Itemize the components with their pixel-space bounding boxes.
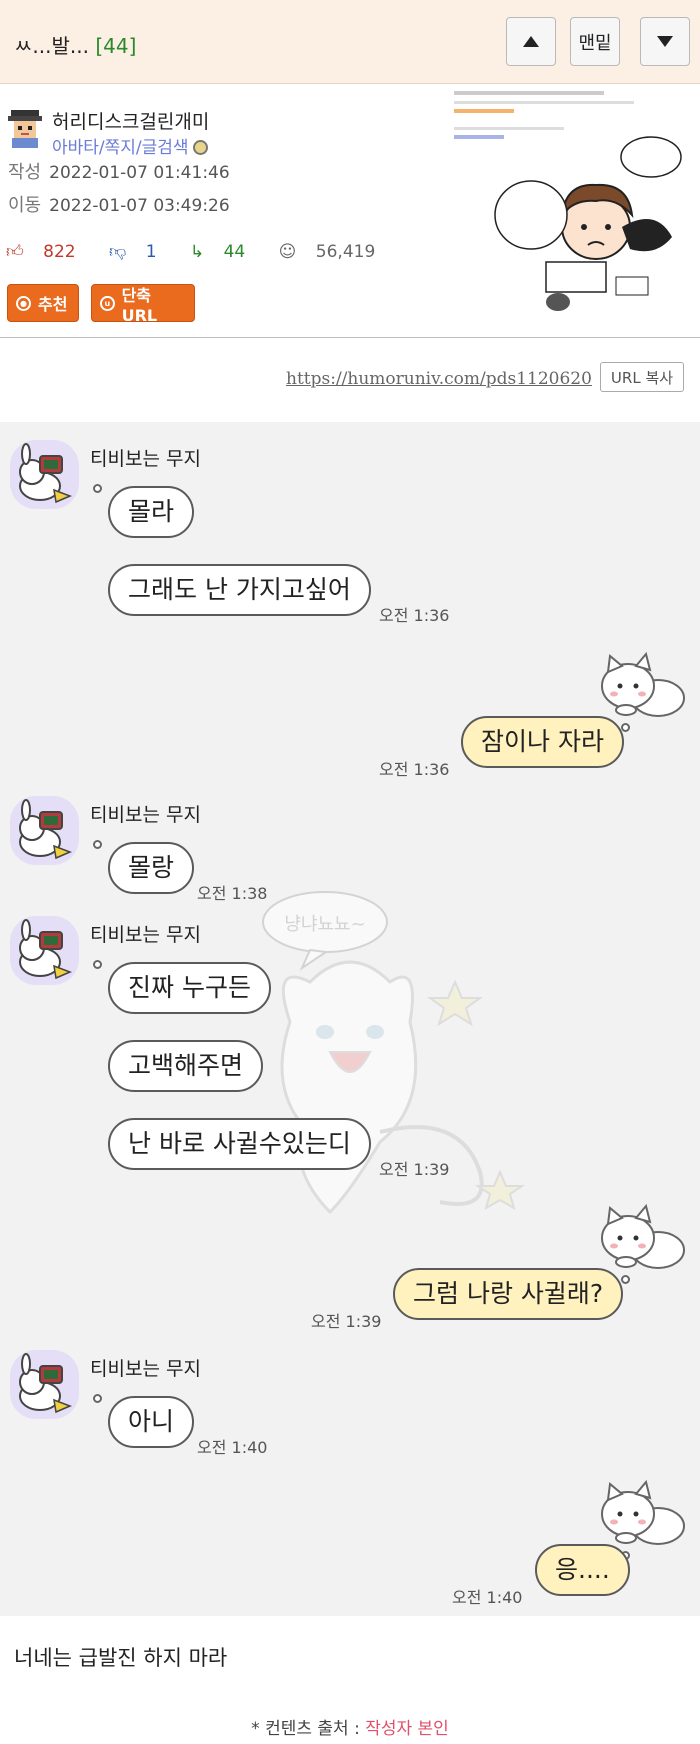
bubble-dot [621,1275,630,1284]
cat-sticker-icon [601,651,685,717]
author-links[interactable]: 아바타/쪽지/글검색 [52,133,208,158]
author-panel: 허리디스크걸린개미 아바타/쪽지/글검색 작성 2022-01-07 01:41:… [0,85,700,338]
chat-bubble[interactable]: 그래도 난 가지고싶어 [108,564,371,616]
chat-bubble[interactable]: 난 바로 사귈수있는디 [108,1118,371,1170]
my-chat-bubble[interactable]: 잠이나 자라 [461,716,624,768]
message-time: 오전 1:39 [379,1160,450,1179]
message-time: 오전 1:36 [379,760,450,779]
sender-name: 티비보는 무지 [90,804,201,826]
short-url-label: 단축URL [121,285,158,325]
muji-avatar-icon [19,1353,73,1414]
bubble-dot [93,1394,102,1403]
post-thumbnail[interactable] [446,87,696,332]
sender-name: 티비보는 무지 [90,924,201,946]
scroll-bottom-button[interactable]: 맨밑 [570,17,620,66]
message-time: 오전 1:38 [197,884,268,903]
arrow-down-icon [657,36,673,47]
bubble-dot [93,840,102,849]
url-row: https://humoruniv.com/pds1120620 URL 복사 [0,339,700,422]
reply-arrow-icon: ↳ [189,242,205,262]
reply-count: [44] [95,34,137,58]
muji-avatar-icon [19,799,73,860]
scroll-down-button[interactable] [640,17,690,66]
message-time: 오전 1:36 [379,606,450,625]
thumbs-down-icon: 👎︎ [109,242,127,262]
chat-bubble[interactable]: 진짜 누구든 [108,962,271,1014]
sender-avatar[interactable] [10,916,79,985]
recommend-icon: ● [16,295,31,311]
source-label: * 컨텐츠 출처 : [251,1719,366,1739]
author-avatar[interactable] [8,110,42,148]
upvote-stat: 👍︎ 822 [6,242,90,262]
smiley-icon: ☺ [278,242,297,262]
reply-stat: ↳ 44 [190,242,259,262]
chat-bubble[interactable]: 몰라 [108,486,195,538]
watermark-text: 냥냐뇨뇨~ [284,914,365,935]
post-title-text: ㅆ...발... [14,34,89,58]
sender-name: 티비보는 무지 [90,1358,201,1380]
sender-avatar[interactable] [10,440,79,509]
cat-sticker-icon [601,1479,685,1545]
recommend-button[interactable]: ● 추천 [7,284,79,322]
written-row: 작성 2022-01-07 01:41:46 [8,158,230,184]
moved-at: 2022-01-07 03:49:26 [49,196,230,216]
chat-bubble[interactable]: 몰랑 [108,842,195,894]
bubble-dot [93,484,102,493]
view-count: 56,419 [315,242,376,262]
my-chat-bubble[interactable]: 그럼 나랑 사귈래? [393,1268,624,1320]
my-chat-bubble[interactable]: 응.... [535,1544,630,1596]
post-url-link[interactable]: https://humoruniv.com/pds1120620 [286,369,592,389]
downvote-stat: 👎︎ 1 [109,242,171,262]
message-time: 오전 1:40 [197,1438,268,1457]
reply-stat-count: 44 [223,242,246,262]
post-body-text: 너네는 급발진 하지 마라 [14,1646,228,1670]
author-nickname[interactable]: 허리디스크걸린개미 [52,107,209,134]
moved-label: 이동 [8,195,42,216]
message-time: 오전 1:40 [452,1588,523,1607]
post-footer: 너네는 급발진 하지 마라 * 컨텐츠 출처 : 작성자 본인 [0,1616,700,1744]
sender-avatar[interactable] [10,796,79,865]
chat-bubble[interactable]: 아니 [108,1396,195,1448]
post-title: ㅆ...발... [44] [14,30,136,59]
source-value: 작성자 본인 [365,1719,449,1739]
upvote-count: 822 [43,242,76,262]
chat-screenshot: 냥냐뇨뇨~ 티비보는 무지 몰라 그래도 난 가지고싶어 오전 1:36 잠이나… [0,422,700,1616]
chat-bubble[interactable]: 고백해주면 [108,1040,264,1092]
scroll-up-button[interactable] [506,17,556,66]
muji-avatar-icon [19,919,73,980]
bubble-dot [621,723,630,732]
moved-row: 이동 2022-01-07 03:49:26 [8,191,230,217]
author-links-text[interactable]: 아바타/쪽지/글검색 [52,138,189,158]
recommend-label: 추천 [38,295,68,314]
downvote-count: 1 [145,242,157,262]
short-url-button[interactable]: u 단축URL [91,284,195,325]
bubble-dot [93,960,102,969]
sender-name: 티비보는 무지 [90,448,201,470]
message-time: 오전 1:39 [311,1312,382,1331]
top-bar: ㅆ...발... [44] 맨밑 [0,0,700,84]
post-stats: 👍︎ 822 👎︎ 1 ↳ 44 ☺ 56,419 [6,241,403,262]
view-stat: ☺ 56,419 [279,242,390,262]
arrow-up-icon [523,36,539,47]
short-url-icon: u [100,295,115,311]
url-copy-button[interactable]: URL 복사 [600,362,684,392]
level-badge-icon [192,140,208,155]
thumbs-up-icon: 👍︎ [6,242,24,262]
written-label: 작성 [8,162,42,183]
written-at: 2022-01-07 01:41:46 [49,163,230,183]
content-source: * 컨텐츠 출처 : 작성자 본인 [0,1714,700,1739]
sender-avatar[interactable] [10,1350,79,1419]
muji-avatar-icon [19,443,73,504]
cat-sticker-icon [601,1203,685,1269]
